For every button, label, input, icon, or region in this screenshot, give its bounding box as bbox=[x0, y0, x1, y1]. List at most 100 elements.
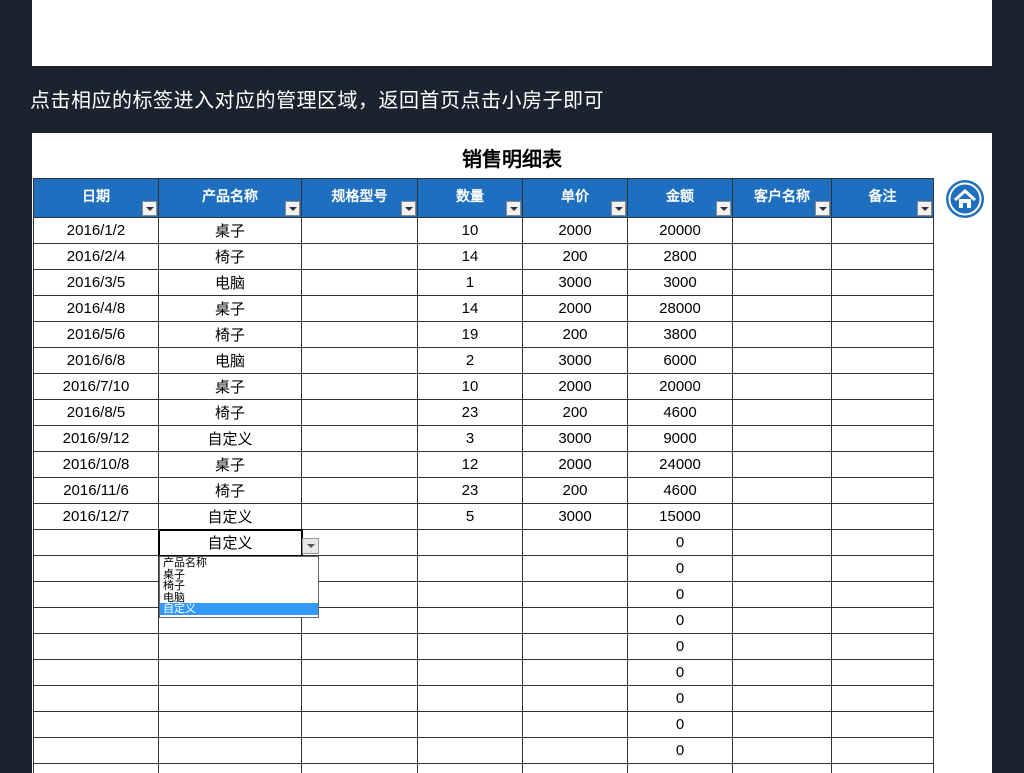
table-cell[interactable] bbox=[159, 764, 302, 773]
table-cell[interactable] bbox=[418, 582, 523, 608]
table-cell[interactable] bbox=[34, 686, 159, 712]
table-cell[interactable] bbox=[302, 478, 418, 504]
table-cell[interactable] bbox=[34, 556, 159, 582]
table-cell[interactable] bbox=[733, 634, 832, 660]
table-cell[interactable]: 14 bbox=[418, 244, 523, 270]
table-cell[interactable]: 桌子 bbox=[159, 374, 302, 400]
table-cell[interactable]: 2016/1/2 bbox=[34, 218, 159, 244]
table-cell[interactable] bbox=[302, 504, 418, 530]
table-cell[interactable] bbox=[34, 582, 159, 608]
table-cell[interactable]: 自定义 bbox=[159, 504, 302, 530]
table-cell[interactable]: 椅子 bbox=[159, 244, 302, 270]
table-cell[interactable] bbox=[832, 634, 934, 660]
table-cell[interactable] bbox=[302, 452, 418, 478]
table-cell[interactable] bbox=[34, 738, 159, 764]
table-cell[interactable] bbox=[302, 270, 418, 296]
dropdown-arrow-button[interactable] bbox=[302, 538, 319, 554]
table-cell[interactable]: 0 bbox=[628, 582, 733, 608]
table-cell[interactable] bbox=[832, 608, 934, 634]
table-cell[interactable] bbox=[418, 764, 523, 773]
table-cell[interactable]: 19 bbox=[418, 322, 523, 348]
table-cell[interactable]: 椅子 bbox=[159, 400, 302, 426]
table-cell[interactable] bbox=[302, 218, 418, 244]
table-cell[interactable] bbox=[302, 348, 418, 374]
table-cell[interactable] bbox=[733, 764, 832, 773]
table-cell[interactable] bbox=[418, 738, 523, 764]
table-cell[interactable]: 电脑 bbox=[159, 270, 302, 296]
table-cell[interactable]: 3000 bbox=[523, 426, 628, 452]
table-cell[interactable]: 0 bbox=[628, 634, 733, 660]
table-cell[interactable] bbox=[733, 452, 832, 478]
table-cell[interactable] bbox=[523, 712, 628, 738]
table-cell[interactable] bbox=[832, 452, 934, 478]
table-cell[interactable]: 10 bbox=[418, 218, 523, 244]
table-cell[interactable] bbox=[733, 608, 832, 634]
table-cell[interactable] bbox=[523, 764, 628, 773]
table-cell[interactable] bbox=[832, 218, 934, 244]
table-cell[interactable] bbox=[418, 530, 523, 556]
table-cell[interactable] bbox=[159, 712, 302, 738]
table-cell[interactable] bbox=[523, 634, 628, 660]
filter-dropdown-icon[interactable] bbox=[716, 201, 731, 216]
table-cell[interactable] bbox=[628, 764, 733, 773]
table-cell[interactable] bbox=[418, 556, 523, 582]
table-cell[interactable] bbox=[733, 530, 832, 556]
table-cell[interactable] bbox=[523, 556, 628, 582]
filter-dropdown-icon[interactable] bbox=[506, 201, 521, 216]
table-cell[interactable]: 2 bbox=[418, 348, 523, 374]
table-cell[interactable] bbox=[302, 764, 418, 773]
table-cell[interactable]: 200 bbox=[523, 400, 628, 426]
table-cell[interactable] bbox=[302, 686, 418, 712]
table-cell[interactable] bbox=[832, 478, 934, 504]
table-cell[interactable]: 2016/4/8 bbox=[34, 296, 159, 322]
table-cell[interactable]: 3000 bbox=[523, 504, 628, 530]
table-cell[interactable] bbox=[733, 582, 832, 608]
table-cell[interactable] bbox=[418, 712, 523, 738]
table-cell[interactable] bbox=[832, 712, 934, 738]
table-cell[interactable]: 2016/7/10 bbox=[34, 374, 159, 400]
table-cell[interactable] bbox=[733, 478, 832, 504]
table-cell[interactable]: 4600 bbox=[628, 400, 733, 426]
table-cell[interactable]: 24000 bbox=[628, 452, 733, 478]
table-cell[interactable]: 6000 bbox=[628, 348, 733, 374]
table-cell[interactable]: 3000 bbox=[628, 270, 733, 296]
table-cell[interactable]: 0 bbox=[628, 712, 733, 738]
table-cell[interactable]: 桌子 bbox=[159, 218, 302, 244]
table-cell[interactable]: 2016/12/7 bbox=[34, 504, 159, 530]
table-cell[interactable]: 23 bbox=[418, 400, 523, 426]
table-cell[interactable] bbox=[523, 686, 628, 712]
table-cell[interactable]: 200 bbox=[523, 244, 628, 270]
table-cell[interactable]: 1 bbox=[418, 270, 523, 296]
table-cell[interactable] bbox=[34, 608, 159, 634]
table-cell[interactable] bbox=[832, 582, 934, 608]
table-cell[interactable] bbox=[302, 660, 418, 686]
table-cell[interactable]: 0 bbox=[628, 660, 733, 686]
table-cell[interactable] bbox=[302, 426, 418, 452]
table-cell[interactable] bbox=[523, 608, 628, 634]
table-cell[interactable]: 2000 bbox=[523, 452, 628, 478]
table-cell[interactable] bbox=[733, 504, 832, 530]
table-cell[interactable] bbox=[34, 712, 159, 738]
table-cell[interactable]: 0 bbox=[628, 686, 733, 712]
table-cell[interactable]: 2000 bbox=[523, 374, 628, 400]
filter-dropdown-icon[interactable] bbox=[917, 201, 932, 216]
table-cell[interactable] bbox=[34, 634, 159, 660]
table-cell[interactable]: 4600 bbox=[628, 478, 733, 504]
table-cell[interactable]: 5 bbox=[418, 504, 523, 530]
table-cell[interactable] bbox=[159, 660, 302, 686]
table-cell[interactable]: 桌子 bbox=[159, 452, 302, 478]
table-cell[interactable] bbox=[733, 296, 832, 322]
table-cell[interactable]: 2016/10/8 bbox=[34, 452, 159, 478]
dropdown-option[interactable]: 自定义 bbox=[160, 603, 318, 615]
table-cell[interactable]: 0 bbox=[628, 738, 733, 764]
table-cell[interactable]: 20000 bbox=[628, 218, 733, 244]
table-cell[interactable] bbox=[302, 374, 418, 400]
table-cell[interactable] bbox=[733, 686, 832, 712]
table-cell[interactable] bbox=[733, 660, 832, 686]
table-cell[interactable] bbox=[733, 244, 832, 270]
table-cell[interactable]: 0 bbox=[628, 556, 733, 582]
table-cell[interactable]: 9000 bbox=[628, 426, 733, 452]
table-cell[interactable]: 14 bbox=[418, 296, 523, 322]
table-cell[interactable]: 3 bbox=[418, 426, 523, 452]
table-cell[interactable]: 椅子 bbox=[159, 478, 302, 504]
